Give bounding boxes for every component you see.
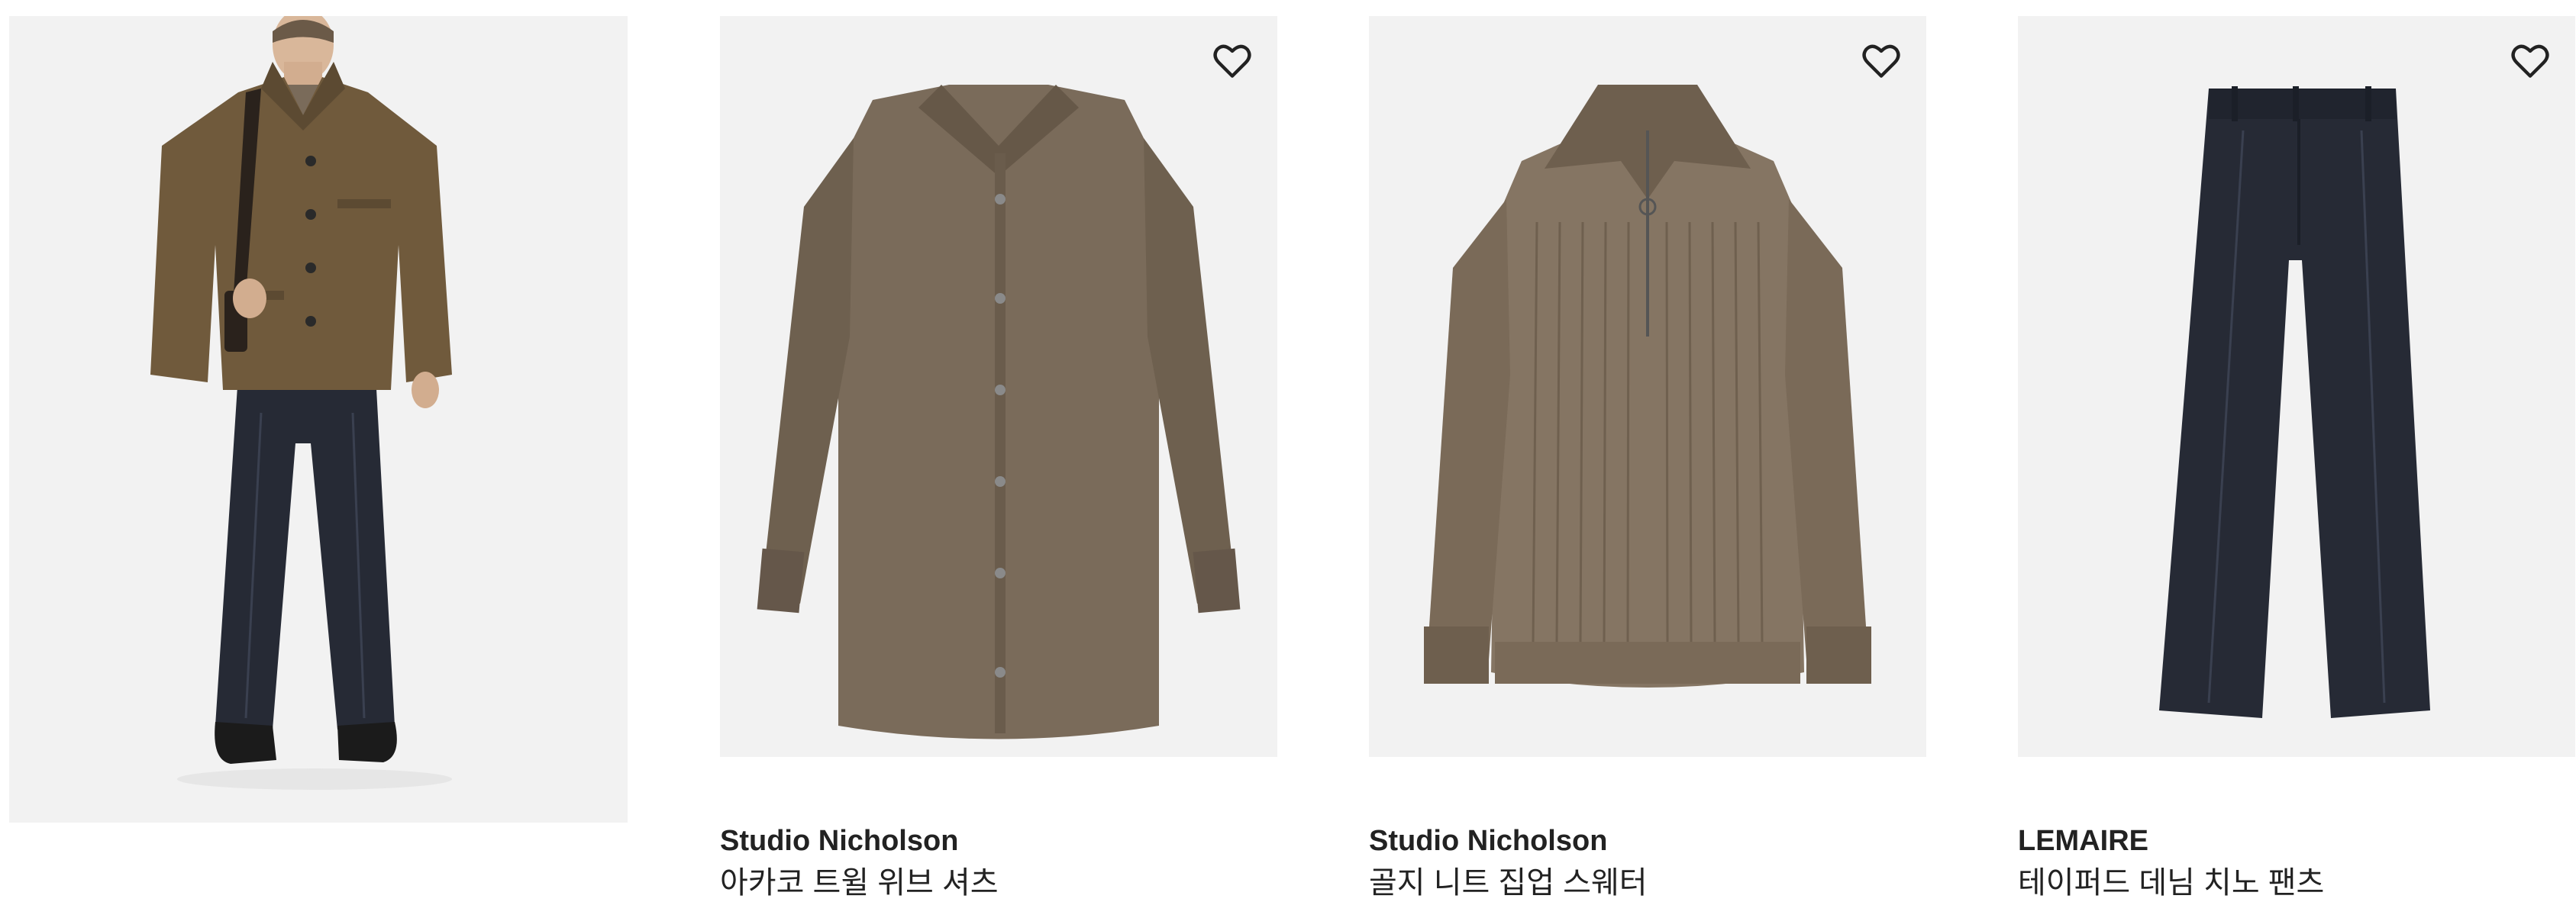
product-brand[interactable]: LEMAIRE: [2018, 824, 2575, 858]
wishlist-button[interactable]: [1855, 34, 1908, 88]
product-image-trousers[interactable]: [2018, 16, 2575, 757]
product-card[interactable]: Studio Nicholson 골지 니트 집업 스웨터: [1369, 16, 1926, 902]
heart-icon: [1212, 43, 1253, 79]
look-model-image[interactable]: [9, 16, 628, 823]
product-image-sweater[interactable]: [1369, 16, 1926, 757]
product-name[interactable]: 테이퍼드 데님 치노 팬츠: [2018, 864, 2575, 902]
product-name[interactable]: 아카코 트윌 위브 셔츠: [720, 864, 1277, 902]
product-card[interactable]: Studio Nicholson 아카코 트윌 위브 셔츠: [720, 16, 1277, 902]
heart-icon: [1861, 43, 1902, 79]
product-brand[interactable]: Studio Nicholson: [720, 824, 1277, 858]
product-card[interactable]: LEMAIRE 테이퍼드 데님 치노 팬츠: [2018, 16, 2575, 902]
product-name[interactable]: 골지 니트 집업 스웨터: [1369, 864, 1926, 902]
heart-icon: [2510, 43, 2551, 79]
wishlist-button[interactable]: [1206, 34, 1259, 88]
product-brand[interactable]: Studio Nicholson: [1369, 824, 1926, 858]
wishlist-button[interactable]: [2503, 34, 2557, 88]
product-image-shirt[interactable]: [720, 16, 1277, 757]
